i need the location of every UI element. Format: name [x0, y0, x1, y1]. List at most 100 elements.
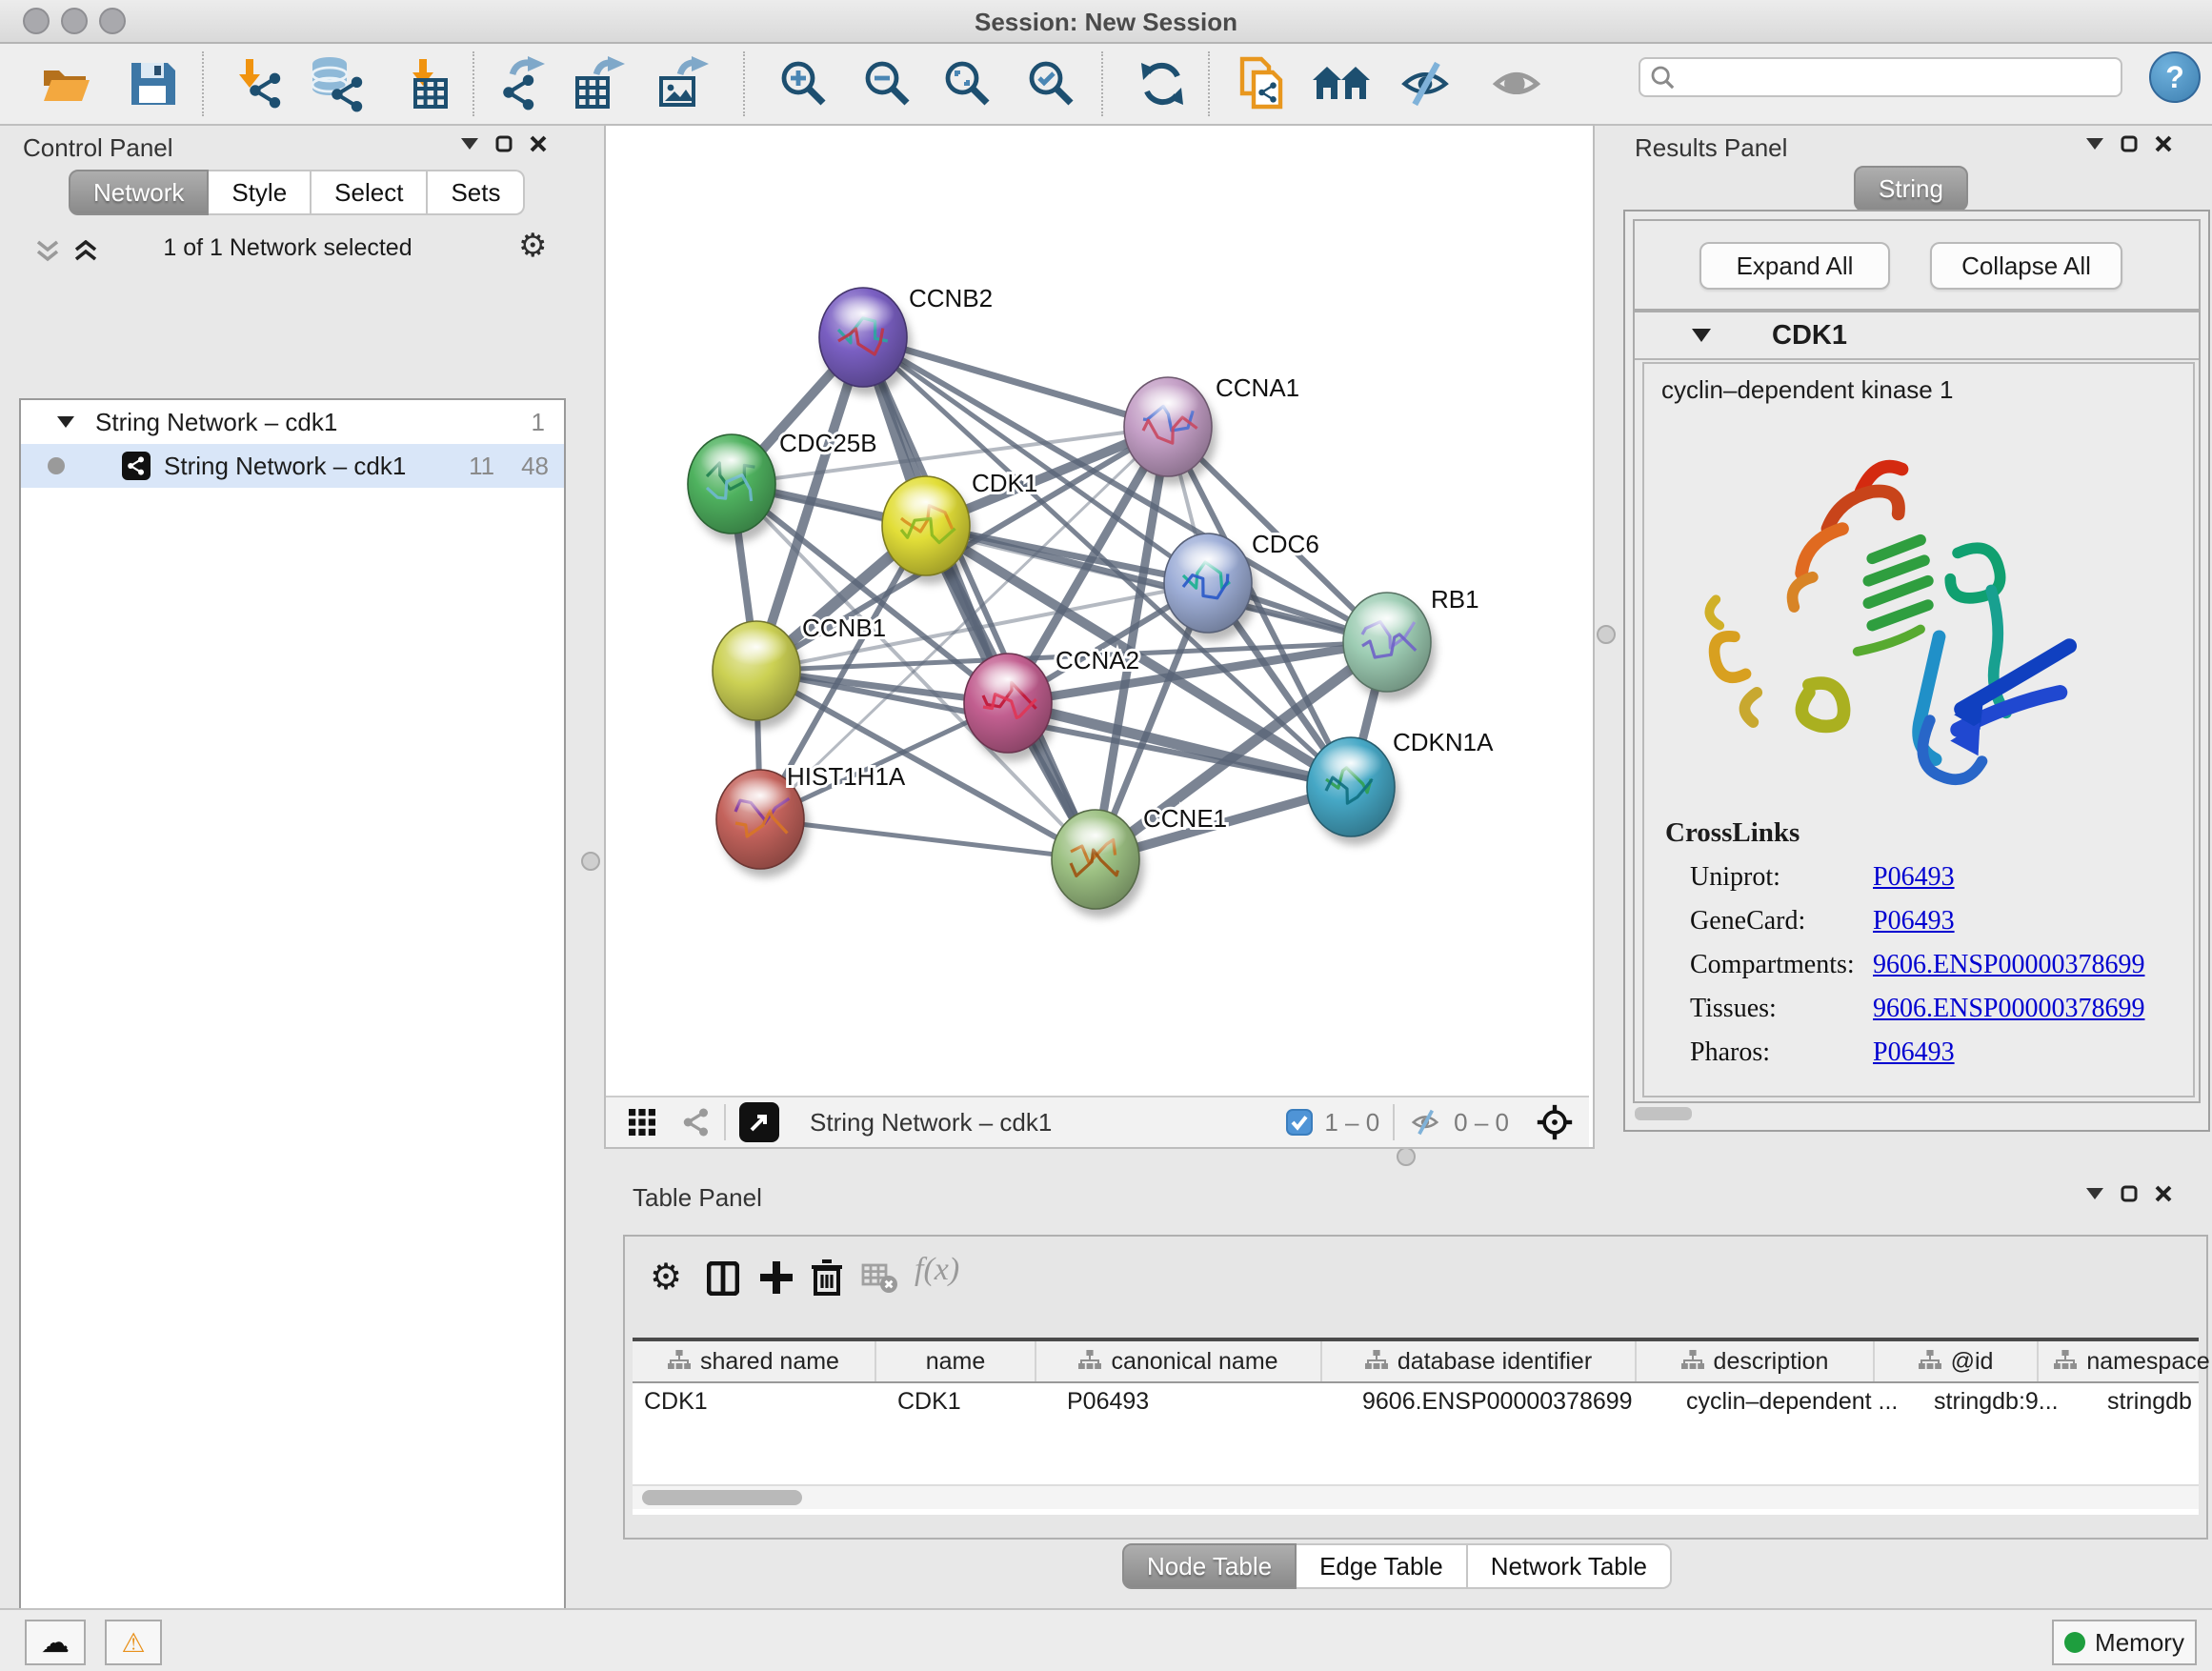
network-options-gear-icon[interactable]: ⚙: [518, 227, 547, 265]
panel-close-icon[interactable]: [2155, 135, 2172, 152]
crosslink-link[interactable]: 9606.ENSP00000378699: [1873, 950, 2144, 980]
tab-network-table[interactable]: Network Table: [1468, 1543, 1672, 1589]
hide-selected-icon[interactable]: [1395, 53, 1456, 114]
results-panel: Results Panel String Expand All Collapse…: [1610, 124, 2212, 1166]
expand-all-button[interactable]: Expand All: [1699, 242, 1890, 290]
table-hscrollbar[interactable]: [633, 1484, 2199, 1509]
network-node-HIST1H1A[interactable]: HIST1H1A: [716, 762, 906, 877]
save-session-icon[interactable]: [122, 53, 183, 114]
refresh-icon[interactable]: [1132, 53, 1193, 114]
birdseye-view-icon[interactable]: [629, 1109, 655, 1136]
panel-float-icon[interactable]: [2121, 135, 2138, 152]
selected-checkbox-icon[interactable]: [1286, 1109, 1313, 1136]
table-hscroll-thumb[interactable]: [642, 1490, 802, 1505]
tree-expand-icon[interactable]: [57, 416, 74, 428]
delete-table-icon: [861, 1263, 899, 1294]
crosslink-link[interactable]: P06493: [1873, 906, 1955, 936]
column-header-canonical-name[interactable]: canonical name: [1036, 1341, 1322, 1381]
panel-collapse-icon[interactable]: [461, 138, 478, 150]
show-columns-icon[interactable]: [707, 1261, 739, 1296]
memory-button[interactable]: Memory: [2052, 1620, 2197, 1665]
column-header-description[interactable]: description: [1637, 1341, 1875, 1381]
network-view[interactable]: CCNB2CCNA1CDC25BCDK1CDC6RB1CCNB1CCNA2CDK…: [604, 124, 1595, 1149]
table-cell: CDK1: [633, 1383, 886, 1419]
network-list: String Network – cdk1 1 String Network –…: [19, 398, 566, 1671]
shared-column-icon: [1681, 1350, 1704, 1373]
tab-sets[interactable]: Sets: [428, 170, 525, 215]
import-table-file-icon[interactable]: [396, 53, 457, 114]
column-header-name[interactable]: name: [876, 1341, 1036, 1381]
zoom-out-icon[interactable]: [857, 53, 918, 114]
tab-select[interactable]: Select: [312, 170, 428, 215]
node-label-CDK1: CDK1: [972, 469, 1037, 497]
table-header-row: shared namenamecanonical namedatabase id…: [633, 1341, 2199, 1383]
cloud-button[interactable]: ☁: [25, 1620, 86, 1665]
zoom-in-icon[interactable]: [774, 53, 835, 114]
warnings-button[interactable]: ⚠: [105, 1620, 162, 1665]
column-header-shared-name[interactable]: shared name: [633, 1341, 876, 1381]
network-node-CDK1[interactable]: CDK1: [882, 469, 1037, 584]
panel-float-icon[interactable]: [2121, 1185, 2138, 1202]
network-row-selected[interactable]: String Network – cdk1 11 48: [21, 444, 564, 488]
panel-float-icon[interactable]: [495, 135, 513, 152]
delete-column-icon[interactable]: [812, 1259, 842, 1296]
crosslink-link[interactable]: 9606.ENSP00000378699: [1873, 994, 2144, 1024]
zoom-fit-icon[interactable]: [937, 53, 998, 114]
toolbar-search[interactable]: [1639, 57, 2122, 97]
crosslink-row: GeneCard:P06493: [1690, 899, 2185, 943]
network-node-CDKN1A[interactable]: CDKN1A: [1307, 728, 1494, 845]
crosslink-link[interactable]: P06493: [1873, 862, 1955, 893]
cdk1-card-header[interactable]: CDK1: [1635, 312, 2199, 360]
export-table-icon[interactable]: [568, 53, 629, 114]
network-node-CDC6[interactable]: CDC6: [1164, 530, 1319, 641]
panel-collapse-icon[interactable]: [2086, 138, 2103, 150]
crosslink-label: Tissues:: [1690, 994, 1873, 1024]
network-collection-row[interactable]: String Network – cdk1 1: [21, 400, 564, 444]
collapse-all-button[interactable]: Collapse All: [1930, 242, 2122, 290]
network-canvas[interactable]: CCNB2CCNA1CDC25BCDK1CDC6RB1CCNB1CCNA2CDK…: [606, 126, 1589, 1096]
panel-close-icon[interactable]: [530, 135, 547, 152]
tab-node-table[interactable]: Node Table: [1122, 1543, 1297, 1589]
panel-close-icon[interactable]: [2155, 1185, 2172, 1202]
node-label-CCNA2: CCNA2: [1056, 646, 1139, 674]
center-view-crosshair-icon[interactable]: [1536, 1103, 1574, 1141]
import-network-file-icon[interactable]: [229, 53, 290, 114]
show-all-icon[interactable]: [1486, 53, 1547, 114]
crosslink-link[interactable]: P06493: [1873, 1037, 1955, 1068]
export-network-icon[interactable]: [492, 53, 553, 114]
network-label: String Network – cdk1: [164, 452, 406, 481]
results-hscroll-thumb[interactable]: [1635, 1107, 1692, 1120]
export-image-icon[interactable]: [652, 53, 713, 114]
search-input[interactable]: [1675, 62, 2082, 92]
network-edge-HIST1H1A-CCNE1[interactable]: [760, 819, 1096, 859]
toolbar-separator: [1101, 51, 1103, 116]
table-cell: P06493: [1056, 1383, 1351, 1419]
left-splitter-handle[interactable]: [581, 852, 600, 871]
column-header-namespace[interactable]: namespace: [2039, 1341, 2212, 1381]
open-in-string-button[interactable]: [739, 1102, 779, 1142]
collapse-triangle-icon[interactable]: [1692, 329, 1711, 342]
string-overlay-icon[interactable]: [682, 1108, 711, 1137]
add-column-icon[interactable]: [760, 1261, 793, 1294]
help-icon[interactable]: ?: [2149, 51, 2201, 103]
tab-network[interactable]: Network: [69, 170, 209, 215]
column-header-@id[interactable]: @id: [1875, 1341, 2039, 1381]
collection-label: String Network – cdk1: [95, 408, 337, 437]
cdk1-card-body: cyclin–dependent kinase 1: [1642, 362, 2195, 1097]
shared-column-icon: [2054, 1350, 2077, 1373]
column-header-database-identifier[interactable]: database identifier: [1322, 1341, 1637, 1381]
table-row[interactable]: CDK1CDK1P064939606.ENSP00000378699cyclin…: [633, 1383, 2199, 1419]
panel-collapse-icon[interactable]: [2086, 1188, 2103, 1199]
network-node-count: 11: [469, 452, 494, 481]
zoom-selected-icon[interactable]: [1021, 53, 1082, 114]
table-settings-gear-icon[interactable]: ⚙: [650, 1256, 682, 1299]
clone-network-icon[interactable]: [1231, 53, 1292, 114]
node-label-CDC25B: CDC25B: [779, 429, 877, 457]
import-network-database-icon[interactable]: [305, 53, 366, 114]
network-node-RB1[interactable]: RB1: [1343, 585, 1479, 700]
first-neighbors-icon[interactable]: [1311, 53, 1372, 114]
tab-edge-table[interactable]: Edge Table: [1297, 1543, 1468, 1589]
results-tab-string[interactable]: String: [1854, 166, 1968, 211]
tab-style[interactable]: Style: [209, 170, 312, 215]
open-session-icon[interactable]: [34, 53, 95, 114]
